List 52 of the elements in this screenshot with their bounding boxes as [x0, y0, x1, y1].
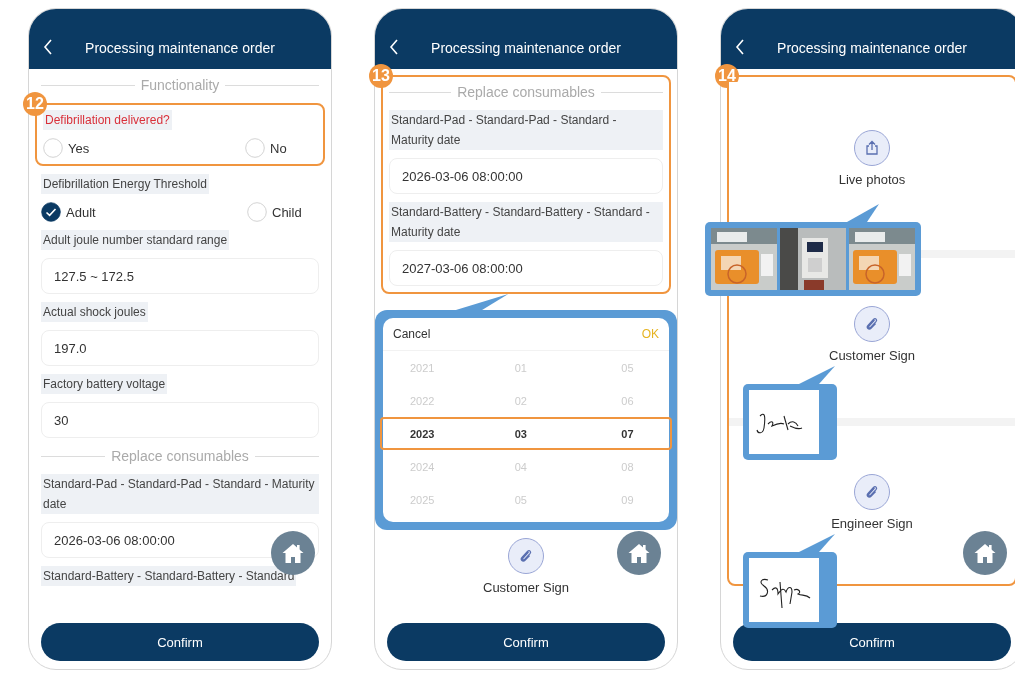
paperclip-icon	[864, 316, 880, 332]
upload-button[interactable]	[854, 130, 890, 166]
input-field[interactable]: 127.5 ~ 172.5	[41, 258, 319, 294]
paperclip-icon	[518, 548, 534, 564]
field-label: Standard-Pad - Standard-Pad - Standard - Maturity date	[389, 110, 663, 150]
upload-label: Customer Sign	[483, 580, 569, 595]
upload-button[interactable]	[854, 474, 890, 510]
radio-button[interactable]: Adult	[41, 202, 113, 222]
picker-row[interactable]: 2023 03 07	[380, 417, 672, 450]
upload-button[interactable]	[854, 306, 890, 342]
section-heading: Functionality	[140, 77, 220, 93]
section-heading: Replace consumables	[111, 448, 249, 464]
share-icon	[864, 140, 880, 156]
field-label: Factory battery voltage	[41, 374, 168, 394]
input-field[interactable]: 2027-03-06 08:00:00	[389, 250, 663, 286]
home-icon	[627, 542, 651, 564]
radio-button[interactable]: Child	[247, 202, 319, 222]
picker-value: 03	[513, 427, 528, 440]
picker-value: 07	[620, 427, 635, 440]
cancel-button[interactable]: Cancel	[393, 327, 431, 341]
upload-button[interactable]	[508, 538, 544, 574]
screen-title: Processing maintenance order	[85, 40, 275, 56]
confirm-button[interactable]: Confirm	[733, 623, 1011, 661]
step-badge: 13	[369, 64, 393, 88]
back-icon[interactable]	[735, 39, 745, 55]
question-label: Defibrillation Energy Threshold	[41, 174, 209, 194]
field-label: Standard-Pad - Standard-Pad - Standard - Maturity date	[41, 474, 319, 514]
back-icon[interactable]	[389, 39, 399, 55]
home-button[interactable]	[617, 531, 661, 575]
screen-title: Processing maintenance order	[777, 40, 967, 56]
field-label: Standard-Battery - Standard-Battery - Standard - Maturity date	[389, 202, 663, 242]
upload-label: Live photos	[838, 172, 906, 187]
radio-button[interactable]: No	[245, 138, 317, 158]
home-icon	[281, 542, 305, 564]
upload-label: Customer Sign	[829, 348, 915, 363]
input-field[interactable]: 2026-03-06 08:00:00	[389, 158, 663, 194]
back-icon[interactable]	[43, 39, 53, 55]
upload-label: Engineer Sign	[831, 516, 913, 531]
input-field[interactable]: 197.0	[41, 330, 319, 366]
confirm-button[interactable]: Confirm	[41, 623, 319, 661]
picker-value: 2023	[410, 427, 436, 440]
confirm-button[interactable]: Confirm	[387, 623, 665, 661]
field-label: Adult joule number standard range	[41, 230, 230, 250]
question-label: Defibrillation delivered?	[43, 110, 172, 130]
step-badge: 12	[23, 92, 47, 116]
input-field[interactable]: 30	[41, 402, 319, 438]
paperclip-icon	[864, 484, 880, 500]
home-icon	[973, 542, 997, 564]
field-label: Actual shock joules	[41, 302, 148, 322]
radio-button[interactable]: Yes	[43, 138, 115, 158]
screen-title: Processing maintenance order	[431, 40, 621, 56]
section-heading: Replace consumables	[457, 84, 595, 100]
